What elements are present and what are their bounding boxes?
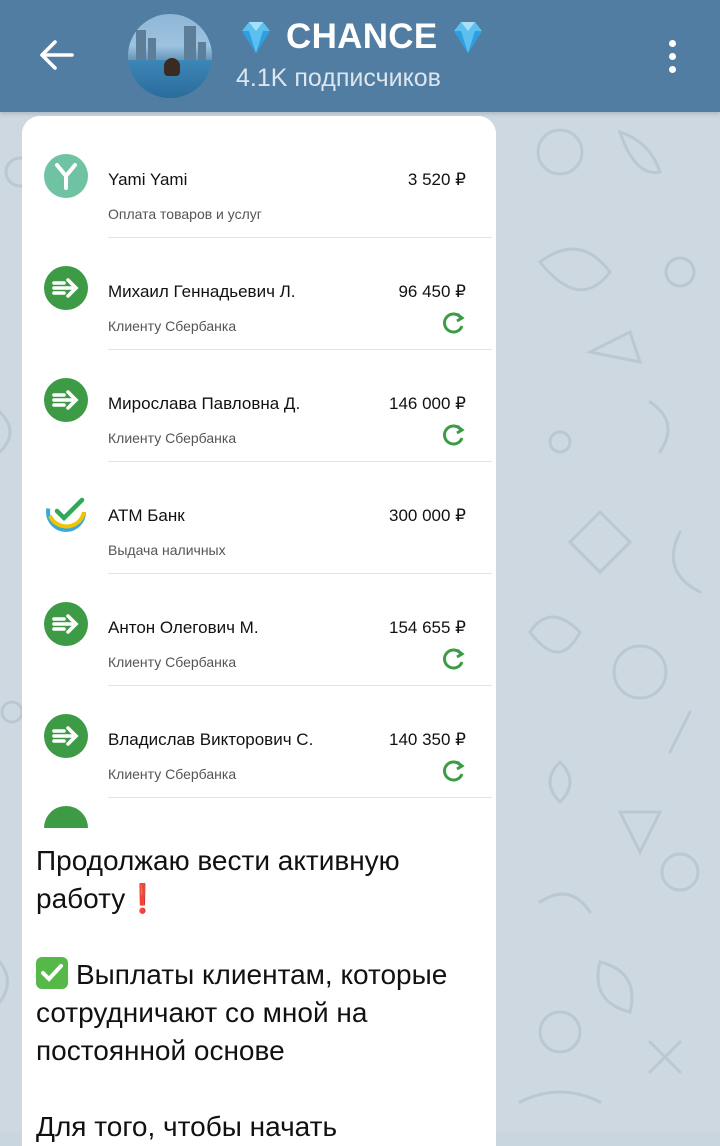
message-line: Продолжаю вести активную работу❗	[36, 842, 486, 918]
channel-title-row: CHANCE	[236, 14, 488, 60]
diamond-icon	[242, 22, 270, 53]
divider	[108, 797, 492, 798]
transfer-arrow-icon	[44, 806, 88, 828]
message-image[interactable]: Yami Yami 3 520 ₽ Оплата товаров и услуг…	[22, 116, 496, 828]
cropped-transaction-row	[22, 806, 496, 828]
transaction-name: АТМ Банк	[108, 506, 185, 525]
subscriber-count: 4.1K подписчиков	[236, 64, 441, 92]
transaction-amount: 146 000 ₽	[389, 394, 466, 413]
transaction-description: Клиенту Сбербанка	[108, 430, 237, 446]
yami-logo-icon	[44, 154, 88, 198]
dot-icon	[668, 52, 676, 60]
transaction-row: Мирослава Павловна Д. 146 000 ₽ Клиенту …	[22, 350, 496, 462]
message-line-text: Продолжаю вести активную работу	[36, 845, 400, 914]
repeat-icon	[443, 312, 465, 334]
check-mark-icon	[36, 957, 68, 989]
message-line: Выплаты клиентам, которые сотрудничают с…	[36, 956, 486, 1070]
transaction-description: Выдача наличных	[108, 542, 226, 558]
dot-icon	[668, 65, 676, 73]
message-line: Для того, чтобы начать	[36, 1108, 486, 1146]
transaction-amount: 140 350 ₽	[389, 730, 466, 749]
transaction-name: Михаил Геннадьевич Л.	[108, 282, 296, 301]
transaction-description: Клиенту Сбербанка	[108, 766, 237, 782]
transaction-name: Мирослава Павловна Д.	[108, 394, 301, 413]
transfer-arrow-icon	[44, 714, 88, 758]
more-menu-button[interactable]	[654, 30, 690, 82]
message-bubble[interactable]: Yami Yami 3 520 ₽ Оплата товаров и услуг…	[22, 116, 496, 1146]
transfer-arrow-icon	[44, 378, 88, 422]
message-text: Продолжаю вести активную работу❗ Выплаты…	[36, 842, 486, 1146]
transaction-amount: 3 520 ₽	[407, 170, 466, 189]
repeat-icon	[443, 648, 465, 670]
transaction-name: Yami Yami	[108, 170, 188, 189]
transaction-row: Владислав Викторович С. 140 350 ₽ Клиент…	[22, 686, 496, 798]
transaction-row: Антон Олегович М. 154 655 ₽ Клиенту Сбер…	[22, 574, 496, 686]
channel-avatar[interactable]	[128, 14, 212, 98]
channel-header: CHANCE 4.1K подписчиков	[0, 0, 720, 112]
message-line-text: Выплаты клиентам, которые сотрудничают с…	[36, 959, 448, 1066]
transaction-description: Оплата товаров и услуг	[108, 206, 262, 222]
channel-info[interactable]: CHANCE 4.1K подписчиков	[236, 14, 488, 93]
transaction-name: Владислав Викторович С.	[108, 730, 314, 749]
channel-title: CHANCE	[286, 17, 438, 56]
transaction-amount: 96 450 ₽	[398, 282, 466, 301]
transaction-row: Михаил Геннадьевич Л. 96 450 ₽ Клиенту С…	[22, 238, 496, 350]
dot-icon	[668, 39, 676, 47]
repeat-icon	[443, 760, 465, 782]
transaction-row: АТМ Банк 300 000 ₽ Выдача наличных	[22, 462, 496, 574]
transaction-row: Yami Yami 3 520 ₽ Оплата товаров и услуг	[22, 126, 496, 238]
transaction-amount: 154 655 ₽	[389, 618, 466, 637]
transfer-arrow-icon	[44, 602, 88, 646]
diamond-icon	[453, 22, 482, 53]
transaction-description: Клиенту Сбербанка	[108, 318, 237, 334]
transaction-name: Антон Олегович М.	[108, 618, 259, 637]
transaction-description: Клиенту Сбербанка	[108, 654, 237, 670]
transaction-amount: 300 000 ₽	[389, 506, 466, 525]
repeat-icon	[443, 424, 465, 446]
exclamation-emoji: ❗	[125, 883, 161, 914]
arrow-left-icon	[40, 40, 74, 70]
back-button[interactable]	[30, 28, 84, 82]
message-line-text: Для того, чтобы начать	[36, 1111, 338, 1142]
transfer-arrow-icon	[44, 266, 88, 310]
sber-logo-icon	[44, 490, 88, 534]
